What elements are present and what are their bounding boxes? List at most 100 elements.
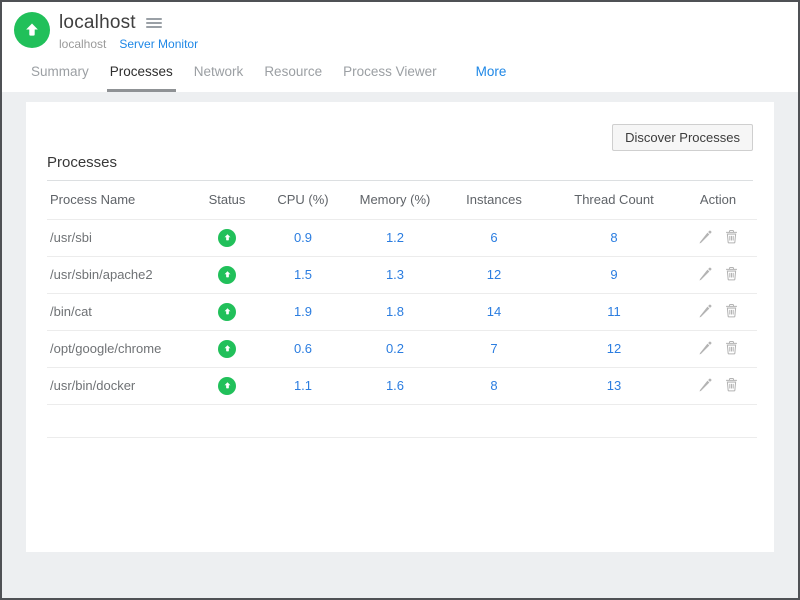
instances-cell: 7 (439, 330, 549, 367)
page-title: localhost (59, 12, 136, 34)
status-up-icon[interactable] (218, 229, 236, 247)
tab-more[interactable]: More (473, 60, 510, 92)
delete-trash-icon[interactable] (724, 266, 739, 281)
action-cell (679, 367, 757, 404)
process-table-body: /usr/sbi 0.9 1.2 6 8 (47, 219, 757, 437)
column-header-memory: Memory (%) (351, 181, 439, 219)
threads-cell: 9 (549, 256, 679, 293)
threads-cell: 8 (549, 219, 679, 256)
thread-count-value-link[interactable]: 13 (607, 378, 621, 393)
edit-pencil-icon[interactable] (698, 340, 713, 355)
tab-network[interactable]: Network (191, 60, 247, 92)
memory-value-link[interactable]: 1.8 (386, 304, 404, 319)
delete-trash-icon[interactable] (724, 377, 739, 392)
process-name-cell: /opt/google/chrome (47, 330, 199, 367)
cpu-value-link[interactable]: 0.6 (294, 341, 312, 356)
header: localhost localhost Server Monitor (2, 2, 798, 55)
status-cell (199, 330, 255, 367)
instances-cell: 12 (439, 256, 549, 293)
status-cell (199, 293, 255, 330)
column-header-process-name: Process Name (47, 181, 199, 219)
column-header-status: Status (199, 181, 255, 219)
memory-cell: 1.2 (351, 219, 439, 256)
thread-count-value-link[interactable]: 9 (610, 267, 617, 282)
memory-value-link[interactable]: 1.3 (386, 267, 404, 282)
instances-value-link[interactable]: 14 (487, 304, 501, 319)
instances-cell: 14 (439, 293, 549, 330)
process-name-cell: /usr/bin/docker (47, 367, 199, 404)
tab-summary[interactable]: Summary (28, 60, 92, 92)
tab-bar: Summary Processes Network Resource Proce… (2, 55, 798, 92)
table-row: /bin/cat 1.9 1.8 14 11 (47, 293, 757, 330)
threads-cell: 11 (549, 293, 679, 330)
status-cell (199, 367, 255, 404)
delete-trash-icon[interactable] (724, 340, 739, 355)
host-name-label: localhost (59, 37, 106, 51)
action-cell (679, 293, 757, 330)
edit-pencil-icon[interactable] (698, 266, 713, 281)
process-name-cell: /usr/sbi (47, 219, 199, 256)
column-header-action: Action (679, 181, 757, 219)
status-cell (199, 219, 255, 256)
action-cell (679, 219, 757, 256)
instances-cell: 6 (439, 219, 549, 256)
cpu-cell: 1.5 (255, 256, 351, 293)
discover-processes-button[interactable]: Discover Processes (612, 124, 753, 151)
edit-pencil-icon[interactable] (698, 303, 713, 318)
process-name-cell: /usr/sbin/apache2 (47, 256, 199, 293)
table-row: /usr/sbin/apache2 1.5 1.3 12 9 (47, 256, 757, 293)
table-row: /usr/bin/docker 1.1 1.6 8 13 (47, 367, 757, 404)
memory-cell: 1.6 (351, 367, 439, 404)
cpu-value-link[interactable]: 1.9 (294, 304, 312, 319)
threads-cell: 12 (549, 330, 679, 367)
monitor-type-link[interactable]: Server Monitor (119, 37, 198, 51)
memory-value-link[interactable]: 0.2 (386, 341, 404, 356)
instances-value-link[interactable]: 8 (490, 378, 497, 393)
up-arrow-icon (23, 21, 41, 39)
tab-process-viewer[interactable]: Process Viewer (340, 60, 440, 92)
thread-count-value-link[interactable]: 8 (610, 230, 617, 245)
status-up-icon[interactable] (218, 266, 236, 284)
cpu-value-link[interactable]: 1.1 (294, 378, 312, 393)
process-name-cell: /bin/cat (47, 293, 199, 330)
page-body: Discover Processes Processes Process Nam… (2, 92, 798, 598)
cpu-cell: 0.9 (255, 219, 351, 256)
instances-cell: 8 (439, 367, 549, 404)
action-cell (679, 330, 757, 367)
cpu-cell: 1.1 (255, 367, 351, 404)
cpu-cell: 1.9 (255, 293, 351, 330)
memory-cell: 0.2 (351, 330, 439, 367)
monitor-status-avatar (14, 12, 50, 48)
edit-pencil-icon[interactable] (698, 229, 713, 244)
processes-card: Discover Processes Processes Process Nam… (26, 102, 774, 552)
header-title-block: localhost localhost Server Monitor (59, 12, 198, 51)
threads-cell: 13 (549, 367, 679, 404)
instances-value-link[interactable]: 6 (490, 230, 497, 245)
cpu-value-link[interactable]: 0.9 (294, 230, 312, 245)
memory-value-link[interactable]: 1.2 (386, 230, 404, 245)
section-title: Processes (47, 154, 753, 181)
action-cell (679, 256, 757, 293)
empty-row (47, 404, 757, 437)
instances-value-link[interactable]: 7 (490, 341, 497, 356)
thread-count-value-link[interactable]: 12 (607, 341, 621, 356)
edit-pencil-icon[interactable] (698, 377, 713, 392)
cpu-cell: 0.6 (255, 330, 351, 367)
thread-count-value-link[interactable]: 11 (607, 304, 621, 319)
status-cell (199, 256, 255, 293)
status-up-icon[interactable] (218, 377, 236, 395)
status-up-icon[interactable] (218, 303, 236, 321)
tab-resource[interactable]: Resource (261, 60, 325, 92)
column-header-thread-count: Thread Count (549, 181, 679, 219)
process-table: Process NameStatusCPU (%)Memory (%)Insta… (47, 181, 757, 438)
table-row: /opt/google/chrome 0.6 0.2 7 12 (47, 330, 757, 367)
instances-value-link[interactable]: 12 (487, 267, 501, 282)
cpu-value-link[interactable]: 1.5 (294, 267, 312, 282)
delete-trash-icon[interactable] (724, 229, 739, 244)
hamburger-menu-icon[interactable] (144, 16, 164, 30)
memory-cell: 1.8 (351, 293, 439, 330)
tab-processes[interactable]: Processes (107, 60, 176, 92)
status-up-icon[interactable] (218, 340, 236, 358)
memory-value-link[interactable]: 1.6 (386, 378, 404, 393)
delete-trash-icon[interactable] (724, 303, 739, 318)
